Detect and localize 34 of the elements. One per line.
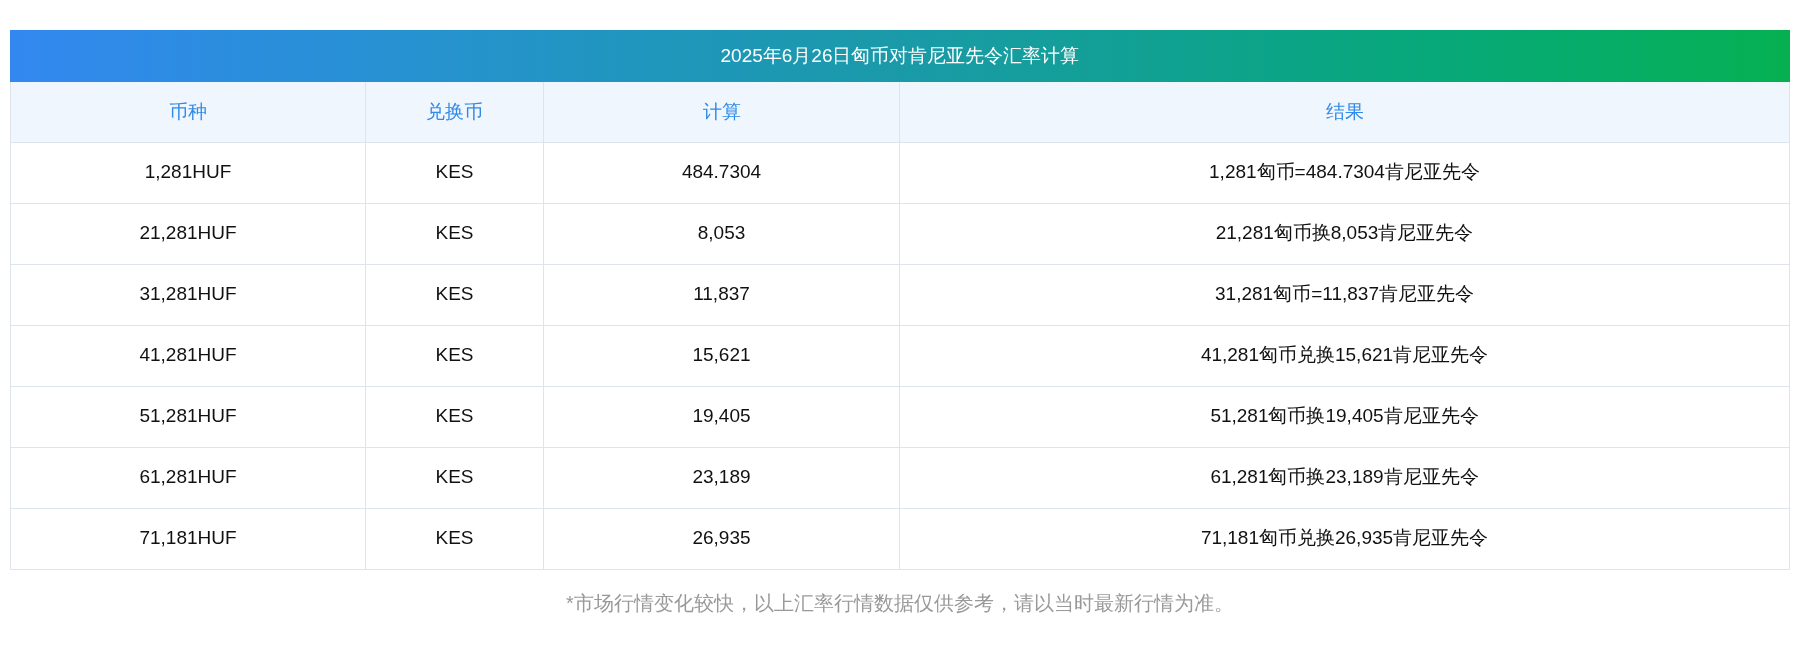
column-header: 币种 — [10, 82, 366, 142]
table-cell: 11,837 — [543, 264, 900, 325]
column-header: 结果 — [899, 82, 1790, 142]
table-cell: KES — [365, 386, 544, 447]
column-header: 兑换币 — [365, 82, 544, 142]
table-cell: 21,281HUF — [10, 203, 366, 264]
table-cell: 15,621 — [543, 325, 900, 386]
table-cell: 8,053 — [543, 203, 900, 264]
table-cell: 71,181匈币兑换26,935肯尼亚先令 — [899, 508, 1790, 569]
table-cell: 51,281匈币换19,405肯尼亚先令 — [899, 386, 1790, 447]
table-cell: 23,189 — [543, 447, 900, 508]
table-cell: 51,281HUF — [10, 386, 366, 447]
column-header: 计算 — [543, 82, 900, 142]
table-cell: 1,281匈币=484.7304肯尼亚先令 — [899, 142, 1790, 203]
table-cell: 19,405 — [543, 386, 900, 447]
table-title: 2025年6月26日匈币对肯尼亚先令汇率计算 — [10, 30, 1790, 82]
table-cell: 31,281HUF — [10, 264, 366, 325]
table-cell: KES — [365, 203, 544, 264]
table-cell: KES — [365, 325, 544, 386]
table-cell: 26,935 — [543, 508, 900, 569]
table-cell: 61,281HUF — [10, 447, 366, 508]
table-cell: 1,281HUF — [10, 142, 366, 203]
table-cell: 61,281匈币换23,189肯尼亚先令 — [899, 447, 1790, 508]
table-cell: KES — [365, 264, 544, 325]
table-cell: 21,281匈币换8,053肯尼亚先令 — [899, 203, 1790, 264]
table-cell: 484.7304 — [543, 142, 900, 203]
table-cell: 41,281HUF — [10, 325, 366, 386]
table-cell: KES — [365, 142, 544, 203]
table-cell: 41,281匈币兑换15,621肯尼亚先令 — [899, 325, 1790, 386]
table-cell: KES — [365, 447, 544, 508]
disclaimer-text: *市场行情变化较快，以上汇率行情数据仅供参考，请以当时最新行情为准。 — [566, 590, 1234, 616]
table-cell: 71,181HUF — [10, 508, 366, 569]
table-cell: KES — [365, 508, 544, 569]
table-cell: 31,281匈币=11,837肯尼亚先令 — [899, 264, 1790, 325]
